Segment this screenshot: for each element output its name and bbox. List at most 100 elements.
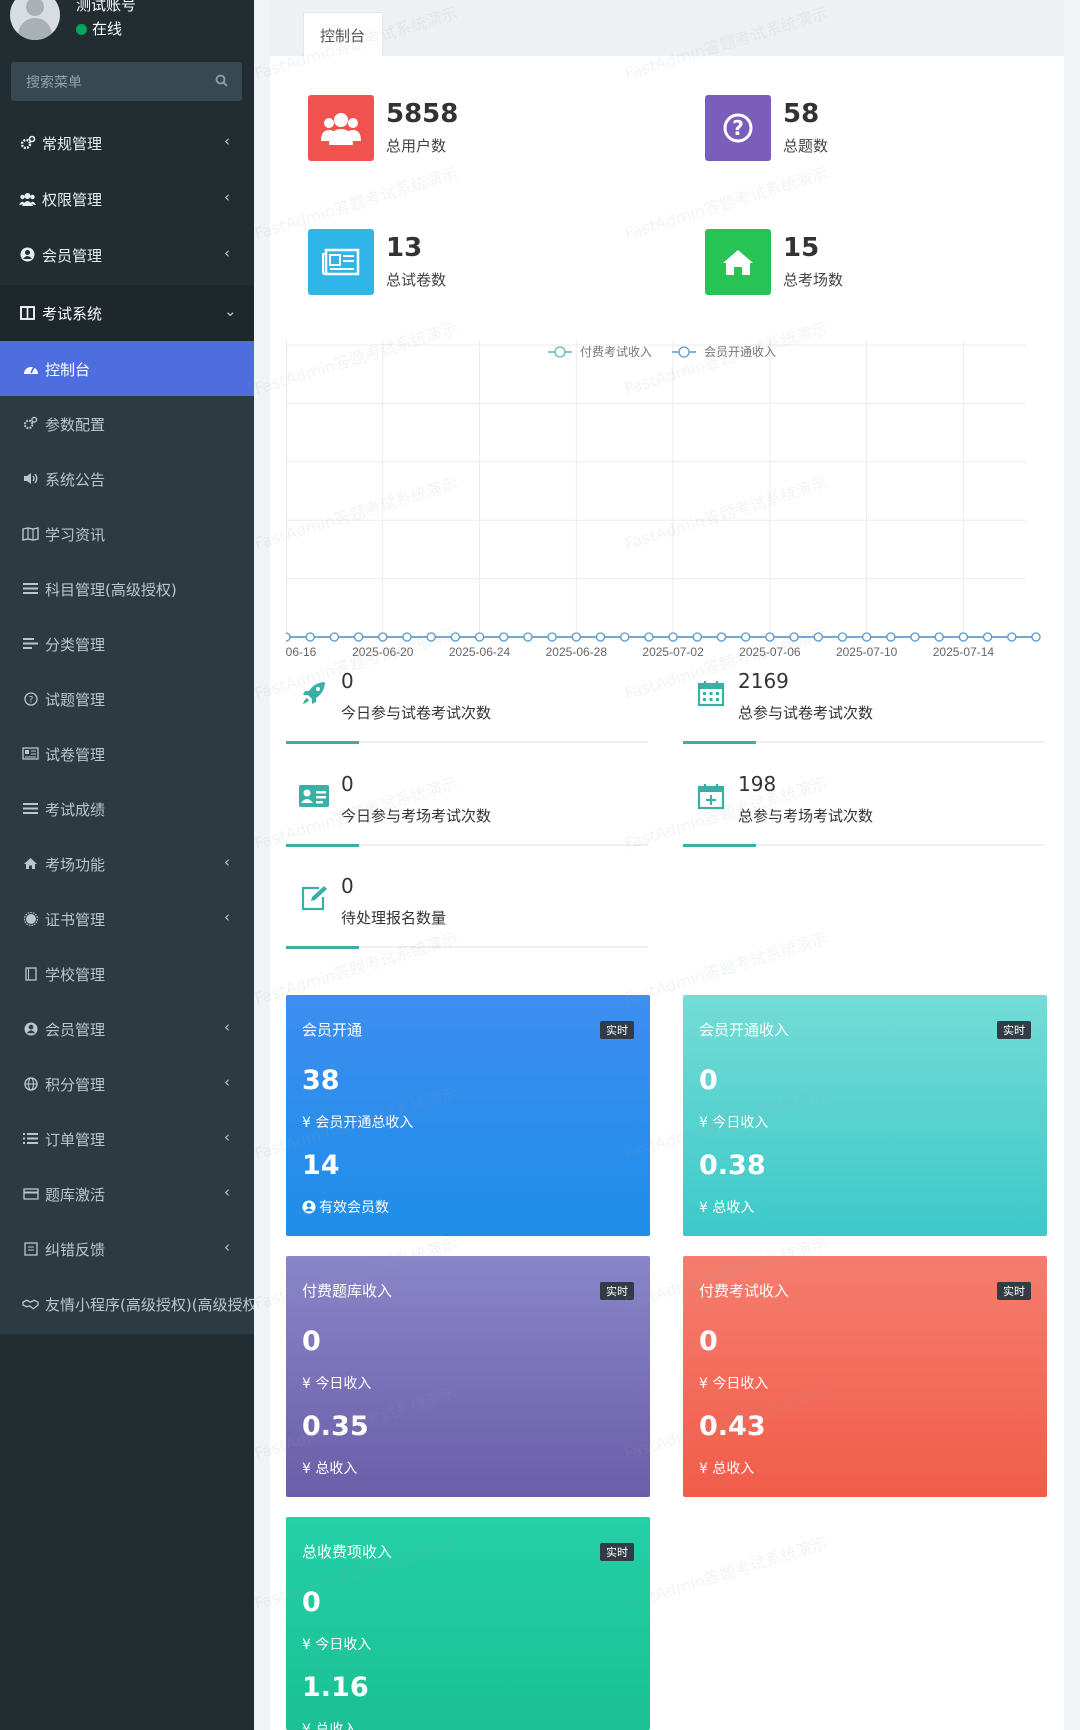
menu-item-permission[interactable]: 权限管理 ‹ (0, 171, 254, 227)
stat-value: 5858 (386, 99, 459, 129)
search-icon[interactable] (215, 74, 228, 87)
tab-dashboard[interactable]: 控制台 (303, 12, 383, 56)
data-point (1007, 632, 1017, 642)
card-exam-income: 付费考试收入 实时 0 ¥ 今日收入 0.43 ¥ 总收入 (683, 1256, 1047, 1497)
menu-label: 常规管理 (42, 135, 103, 153)
chevron-down-icon: ⌄ (224, 302, 237, 320)
card-label: ¥ 今日收入 (699, 1376, 769, 1392)
home-icon (705, 229, 771, 295)
x-tick-label: 2025-07-14 (933, 645, 995, 659)
book-icon (22, 965, 39, 982)
mini-label: 总参与试卷考试次数 (738, 704, 874, 722)
submenu-item-paper[interactable]: 试卷管理 (0, 726, 254, 781)
card-label: ¥ 会员开通总收入 (302, 1115, 414, 1131)
submenu-item-mini-program[interactable]: 友情小程序(高级授权)(高级授权) (0, 1276, 254, 1331)
submenu-item-notice[interactable]: 系统公告 (0, 451, 254, 506)
submenu-item-news[interactable]: 学习资讯 (0, 506, 254, 561)
search-menu-input[interactable]: 搜索菜单 (11, 62, 242, 101)
stat-label: 总考场数 (783, 271, 844, 289)
submenu: 控制台 参数配置 系统公告 学习资讯 科目管理(高级授权) 分类管理 ? 试题管… (0, 341, 254, 1334)
menu-label: 权限管理 (42, 191, 103, 209)
data-point (982, 632, 993, 642)
card-member-income: 会员开通收入 实时 0 ¥ 今日收入 0.38 ¥ 总收入 (683, 995, 1047, 1236)
mini-label: 今日参与试卷考试次数 (341, 704, 492, 722)
calendar-plus-icon (693, 780, 729, 812)
data-point (692, 632, 702, 642)
submenu-item-score[interactable]: 考试成绩 (0, 781, 254, 836)
submenu-item-points[interactable]: 积分管理 ‹ (0, 1056, 254, 1111)
card-label: ¥ 今日收入 (699, 1115, 769, 1131)
card-value-secondary: 1.16 (302, 1672, 369, 1703)
group-icon (19, 190, 36, 207)
mini-stat-pending-signups: 0 待处理报名数量 (286, 874, 648, 954)
submenu-item-activation[interactable]: 题库激活 ‹ (0, 1166, 254, 1221)
search-placeholder: 搜索菜单 (26, 75, 82, 91)
data-point (837, 632, 848, 642)
menu-item-exam-system[interactable]: 考试系统 ⌄ (0, 285, 254, 341)
card-label-secondary: 有效会员数 (302, 1197, 389, 1217)
mini-value: 2169 (738, 669, 789, 693)
submenu-item-feedback[interactable]: 纠错反馈 ‹ (0, 1221, 254, 1276)
stat-value: 58 (783, 99, 820, 129)
data-point (450, 632, 461, 642)
columns-icon (19, 304, 36, 321)
progress-line (286, 844, 648, 847)
card-value: 0 (302, 1587, 321, 1618)
menu-item-member[interactable]: 会员管理 ‹ (0, 227, 254, 283)
users-icon (308, 95, 374, 161)
submenu-label: 试题管理 (45, 691, 106, 709)
question-circle-icon: ? (22, 690, 39, 707)
submenu-label: 会员管理 (45, 1021, 106, 1039)
stat-label: 总试卷数 (386, 271, 447, 289)
data-point (402, 632, 412, 642)
chevron-left-icon: ‹ (224, 132, 230, 150)
submenu-label: 题库激活 (45, 1186, 106, 1204)
mini-label: 总参与考场考试次数 (738, 807, 874, 825)
edit-icon (296, 882, 332, 914)
stat-value: 13 (386, 233, 423, 263)
card-value: 0 (699, 1326, 718, 1357)
data-point (861, 632, 872, 642)
card-label: ¥ 今日收入 (302, 1637, 372, 1653)
x-tick-label: 2025-07-06 (739, 645, 801, 659)
card-title: 付费题库收入 (302, 1282, 393, 1300)
card-value-secondary: 0.43 (699, 1411, 766, 1442)
x-tick-label: 2025-07-02 (642, 645, 704, 659)
card-total-income: 总收费项收入 实时 0 ¥ 今日收入 1.16 ¥ 总收入 (286, 1517, 650, 1730)
credit-card-icon (22, 1185, 39, 1202)
card-title: 总收费项收入 (302, 1543, 393, 1561)
calendar-icon (693, 677, 729, 709)
realtime-badge: 实时 (600, 1021, 634, 1039)
submenu-item-certificate[interactable]: 证书管理 ‹ (0, 891, 254, 946)
mini-stat-total-paper: 2169 总参与试卷考试次数 (683, 669, 1045, 749)
submenu-label: 证书管理 (45, 911, 106, 929)
submenu-item-question[interactable]: ? 试题管理 (0, 671, 254, 726)
submenu-label: 订单管理 (45, 1131, 106, 1149)
submenu-label: 积分管理 (45, 1076, 106, 1094)
submenu-item-member[interactable]: 会员管理 ‹ (0, 1001, 254, 1056)
mini-value: 198 (738, 772, 777, 796)
globe-icon (22, 1075, 39, 1092)
card-label-secondary: ¥ 总收入 (699, 1461, 755, 1477)
menu-item-general[interactable]: 常规管理 ‹ (0, 115, 254, 171)
progress-line (683, 741, 1045, 744)
handshake-icon (22, 1295, 39, 1312)
realtime-badge: 实时 (997, 1021, 1031, 1039)
submenu-item-dashboard[interactable]: 控制台 (0, 341, 254, 396)
submenu-item-subject[interactable]: 科目管理(高级授权) (0, 561, 254, 616)
user-status-label: 在线 (92, 20, 123, 38)
data-point (286, 632, 291, 642)
card-value: 0 (699, 1065, 718, 1096)
mini-value: 0 (341, 669, 354, 693)
submenu-item-config[interactable]: 参数配置 (0, 396, 254, 451)
submenu-item-order[interactable]: 订单管理 ‹ (0, 1111, 254, 1166)
card-value-secondary: 0.38 (699, 1150, 766, 1181)
mini-label: 今日参与考场考试次数 (341, 807, 492, 825)
avatar[interactable] (10, 0, 60, 40)
newspaper-icon (308, 229, 374, 295)
submenu-item-exam-room[interactable]: 考场功能 ‹ (0, 836, 254, 891)
submenu-item-category[interactable]: 分类管理 (0, 616, 254, 671)
data-point (668, 632, 678, 642)
x-tick-label: 06-16 (286, 645, 317, 659)
submenu-item-school[interactable]: 学校管理 (0, 946, 254, 1001)
